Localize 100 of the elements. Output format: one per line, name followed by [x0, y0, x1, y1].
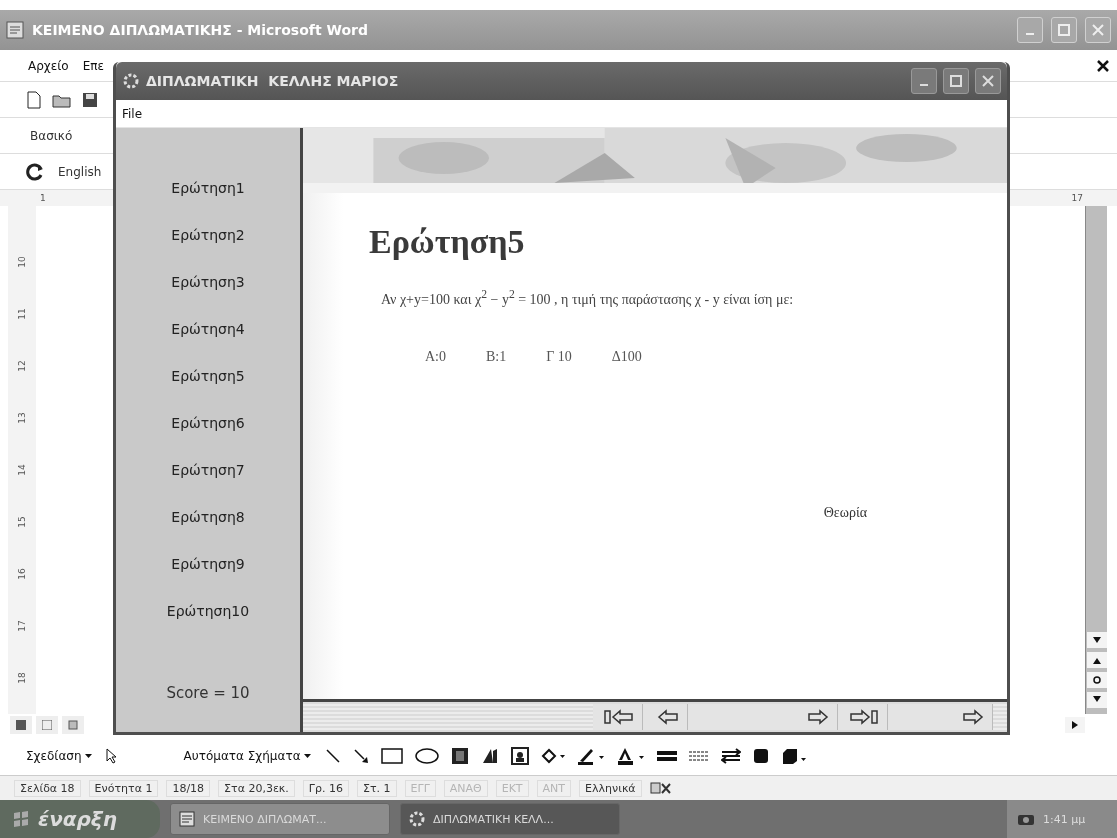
status-text: ΑΝΑΘ — [443, 779, 488, 797]
question-item[interactable]: Ερώτηση3 — [167, 270, 249, 293]
down-triangle-icon — [1092, 696, 1101, 704]
previous-page-button[interactable] — [1086, 652, 1107, 668]
normal-view-button[interactable] — [10, 716, 32, 734]
scroll-bar[interactable] — [1085, 206, 1107, 714]
question-item[interactable]: Ερώτηση10 — [162, 599, 254, 622]
close-icon[interactable] — [1097, 59, 1109, 72]
maximize-icon — [1058, 24, 1070, 36]
rectangle-icon[interactable] — [380, 747, 403, 764]
next-page-button[interactable] — [1086, 692, 1107, 708]
spelling-status-icon — [649, 781, 672, 795]
autoshapes-menu[interactable]: Αυτόματα Σχήματα — [181, 746, 313, 765]
up-triangle-icon — [1092, 656, 1101, 664]
ruler-number: 17 — [17, 620, 27, 632]
theory-link[interactable]: Θεωρία — [823, 505, 867, 522]
minimize-icon — [920, 84, 928, 86]
shadow-icon[interactable] — [752, 747, 769, 764]
question-item[interactable]: Ερώτηση6 — [167, 411, 249, 434]
left-arrow-icon — [657, 709, 679, 725]
status-text: ΕΓΓ — [404, 779, 436, 797]
fill-bucket-icon[interactable] — [540, 747, 565, 764]
3d-cube-icon[interactable] — [780, 746, 807, 765]
wordart-icon[interactable] — [480, 746, 499, 765]
refresh-icon[interactable] — [26, 162, 44, 181]
browse-object-button[interactable] — [1086, 672, 1107, 688]
return-button[interactable] — [888, 704, 993, 730]
taskbar-button[interactable]: ΔΙΠΛΩΜΑΤΙΚΗ ΚΕΛΛ... — [400, 803, 620, 835]
scroll-right-button[interactable] — [1065, 717, 1085, 733]
answer-option[interactable]: Δ100 — [611, 349, 642, 366]
menu-item[interactable]: Αρχείο — [28, 58, 69, 73]
menu-item[interactable]: File — [122, 106, 143, 121]
next-button[interactable] — [688, 704, 838, 730]
language-field[interactable]: English — [54, 161, 106, 182]
scroll-down-button[interactable] — [1086, 632, 1107, 648]
line-icon[interactable] — [324, 747, 341, 764]
maximize-button[interactable] — [943, 68, 969, 94]
answer-option[interactable]: Γ 10 — [546, 349, 572, 366]
right-arrow-icon — [807, 709, 829, 725]
ruler-number: 13 — [17, 412, 27, 424]
question-item[interactable]: Ερώτηση8 — [167, 505, 249, 528]
close-icon — [982, 75, 994, 87]
question-item[interactable]: Ερώτηση9 — [167, 552, 249, 575]
clock: 1:41 μμ — [1043, 812, 1086, 826]
status-text: Στ. 1 — [356, 779, 397, 797]
line-style-icon[interactable] — [656, 748, 677, 763]
window-title: ΚΕΙΜΕΝΟ ΔΙΠΛΩΜΑΤΙΚΗΣ - Microsoft Word — [32, 22, 369, 38]
status-text: Στα 20,3εκ. — [218, 779, 295, 797]
ruler-number: 11 — [17, 308, 27, 320]
style-field[interactable]: Βασικό — [26, 125, 77, 146]
minimize-button[interactable] — [911, 68, 937, 94]
textbox-icon[interactable] — [450, 746, 469, 765]
status-text: Ενότητα 1 — [88, 779, 159, 797]
ruler-number: 16 — [17, 568, 27, 580]
image-icon[interactable] — [510, 746, 529, 765]
circle-icon — [1092, 676, 1101, 684]
print-view-button[interactable] — [62, 716, 84, 734]
caret-icon — [303, 753, 311, 758]
answer-option[interactable]: Α:0 — [425, 349, 446, 366]
font-color-icon[interactable] — [616, 746, 645, 765]
question-item[interactable]: Ερώτηση2 — [167, 223, 249, 246]
last-button[interactable] — [838, 704, 888, 730]
status-text: ΕΚΤ — [495, 779, 529, 797]
square-icon — [16, 720, 26, 730]
page-icon — [68, 720, 78, 730]
flag-icon — [12, 810, 30, 828]
menu-item[interactable]: Επε — [82, 58, 104, 73]
ruler-number: 17 — [1071, 193, 1083, 203]
question-item[interactable]: Ερώτηση7 — [167, 458, 249, 481]
question-item[interactable]: Ερώτηση5 — [167, 364, 249, 387]
maximize-icon — [950, 75, 962, 87]
arrow-icon[interactable] — [352, 747, 369, 764]
dash-style-icon[interactable] — [688, 748, 709, 763]
ruler-number: 12 — [17, 360, 27, 372]
ruler-number: 1 — [40, 193, 46, 203]
new-document-icon[interactable] — [26, 90, 42, 109]
close-button[interactable] — [975, 68, 1001, 94]
save-icon[interactable] — [82, 91, 98, 108]
draw-menu[interactable]: Σχεδίαση — [24, 746, 94, 765]
down-triangle-icon — [1092, 637, 1101, 643]
ruler-number: 14 — [17, 464, 27, 476]
close-icon — [1092, 24, 1104, 36]
score: Score = 10 — [166, 684, 250, 702]
question-item[interactable]: Ερώτηση4 — [167, 317, 249, 340]
status-text: Γρ. 16 — [302, 779, 349, 797]
first-button[interactable] — [593, 704, 643, 730]
pen-icon[interactable] — [576, 746, 605, 765]
previous-button[interactable] — [643, 704, 688, 730]
question-text: Αν χ+y=100 και χ$^{2}$ − y$^{2}$ = 100 , η τιμή της παράστασης χ - y είναι ίση με: — [381, 287, 795, 309]
question-item[interactable]: Ερώτηση1 — [167, 176, 249, 199]
answer-option[interactable]: Β:1 — [486, 349, 507, 366]
pointer-icon[interactable] — [105, 747, 118, 764]
ruler-number: 15 — [17, 516, 27, 528]
arrow-style-icon[interactable] — [720, 747, 741, 764]
minimize-icon — [1026, 33, 1034, 35]
ellipse-icon[interactable] — [414, 747, 439, 764]
status-text: ΑΝΤ — [536, 779, 572, 797]
start-button[interactable]: έναρξη — [0, 800, 160, 838]
question-title: Ερώτηση5 — [369, 223, 526, 261]
last-icon — [849, 709, 879, 725]
